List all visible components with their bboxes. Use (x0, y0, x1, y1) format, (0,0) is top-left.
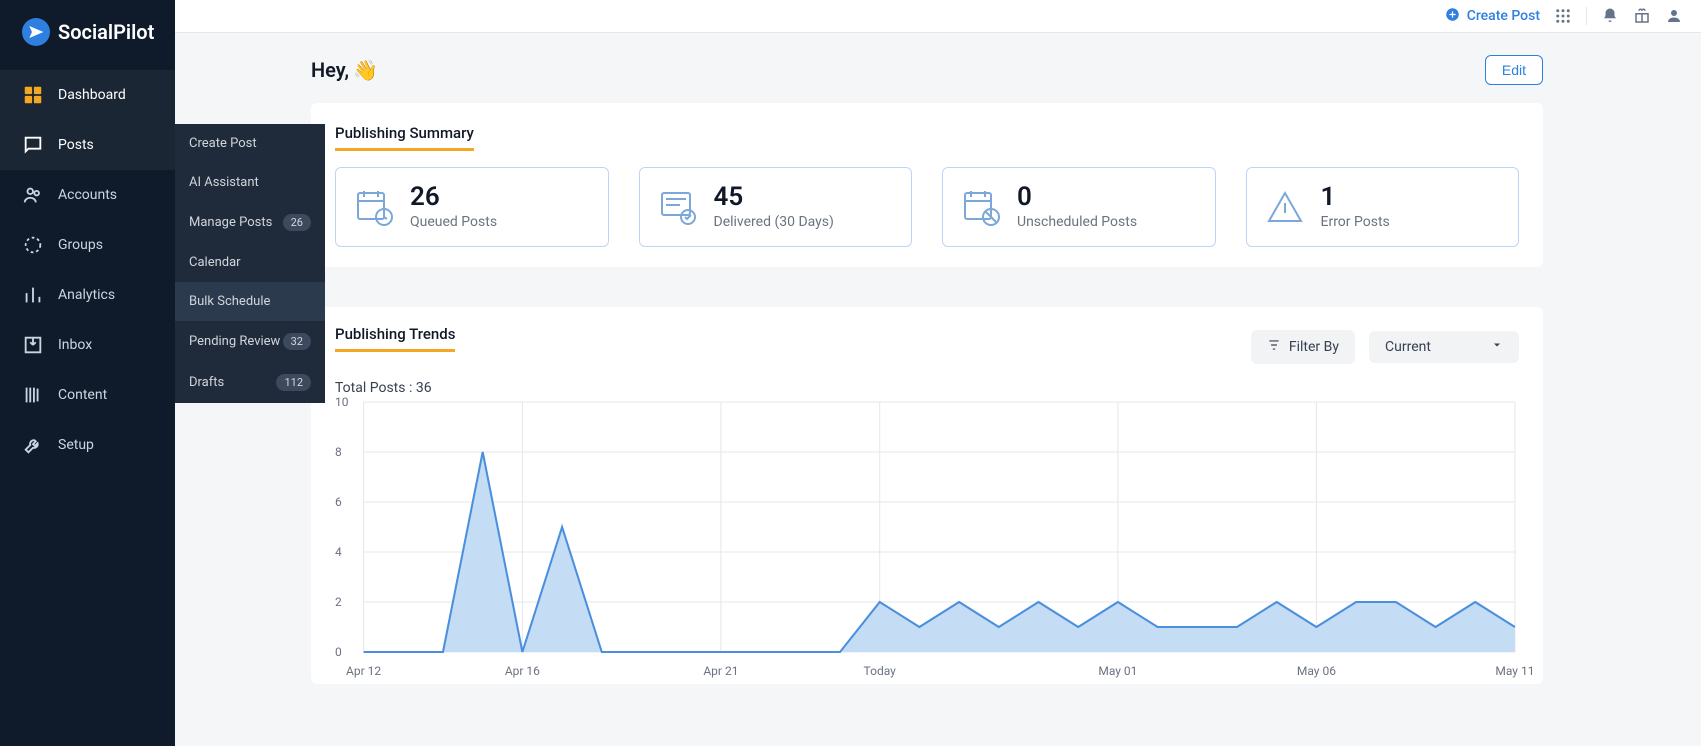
stat-value: 26 (410, 184, 497, 210)
trends-title: Publishing Trends (335, 325, 455, 352)
y-tick-label: 8 (335, 445, 342, 459)
sidebar-item-label: Analytics (58, 287, 115, 303)
stat-queued-posts[interactable]: 26 Queued Posts (335, 167, 609, 247)
bar-chart-icon (22, 284, 44, 306)
books-icon (22, 384, 44, 406)
sidebar-item-inbox[interactable]: Inbox (0, 320, 175, 370)
x-tick-label: May 11 (1495, 664, 1534, 678)
filter-by-button[interactable]: Filter By (1251, 330, 1355, 364)
x-tick-label: Apr 12 (346, 664, 381, 678)
edit-button[interactable]: Edit (1485, 55, 1543, 85)
calendar-clock-icon (354, 187, 394, 227)
sidebar: SocialPilot Dashboard Posts Accounts Gro… (0, 0, 175, 746)
submenu-item-drafts[interactable]: Drafts112 (175, 362, 325, 403)
chart-svg (335, 398, 1519, 678)
sidebar-item-setup[interactable]: Setup (0, 420, 175, 470)
stat-label: Unscheduled Posts (1017, 214, 1137, 230)
sidebar-item-dashboard[interactable]: Dashboard (0, 70, 175, 120)
sidebar-item-accounts[interactable]: Accounts (0, 170, 175, 220)
divider (1586, 7, 1587, 25)
submenu-item-manage-posts[interactable]: Manage Posts26 (175, 202, 325, 243)
warning-triangle-icon (1265, 187, 1305, 227)
inbox-icon (22, 334, 44, 356)
y-tick-label: 10 (335, 395, 349, 409)
sidebar-item-posts[interactable]: Posts (0, 120, 175, 170)
stat-delivered[interactable]: 45 Delivered (30 Days) (639, 167, 913, 247)
top-bar: Create Post (175, 0, 1701, 33)
x-tick-label: May 06 (1297, 664, 1336, 678)
submenu-item-pending-review[interactable]: Pending Review32 (175, 321, 325, 362)
wave-emoji: 👋 (353, 58, 378, 82)
stat-label: Queued Posts (410, 214, 497, 230)
badge: 26 (283, 214, 311, 231)
publishing-summary-card: Publishing Summary 26 Queued Posts 45 Deli… (311, 103, 1543, 267)
y-tick-label: 0 (335, 645, 342, 659)
filter-label: Filter By (1289, 339, 1339, 355)
stat-value: 1 (1321, 184, 1390, 210)
sidebar-item-label: Groups (58, 237, 103, 253)
stat-error-posts[interactable]: 1 Error Posts (1246, 167, 1520, 247)
chat-icon (22, 134, 44, 156)
filter-icon (1267, 338, 1281, 356)
sidebar-item-analytics[interactable]: Analytics (0, 270, 175, 320)
y-tick-label: 2 (335, 595, 342, 609)
wrench-icon (22, 434, 44, 456)
sidebar-item-label: Setup (58, 437, 94, 453)
trends-chart: 0 2 4 6 8 10 Apr 12 Apr 16 Apr 21 Today May 01 May … (335, 398, 1519, 678)
calendar-block-icon (961, 187, 1001, 227)
chevron-down-icon (1491, 339, 1503, 355)
sidebar-item-label: Dashboard (58, 87, 126, 103)
sidebar-item-label: Posts (58, 137, 94, 153)
submenu-item-calendar[interactable]: Calendar (175, 243, 325, 282)
publishing-trends-card: Publishing Trends Filter By Current Tota… (311, 307, 1543, 684)
create-post-label: Create Post (1467, 8, 1540, 24)
x-tick-label: Apr 16 (505, 664, 540, 678)
greeting-text: Hey, (311, 58, 349, 82)
circle-dots-icon (22, 234, 44, 256)
grid-icon (22, 84, 44, 106)
sidebar-item-label: Inbox (58, 337, 92, 353)
x-tick-label: Today (864, 664, 896, 678)
submenu-item-create-post[interactable]: Create Post (175, 124, 325, 163)
submenu-item-ai-assistant[interactable]: AI Assistant (175, 163, 325, 202)
badge: 32 (283, 333, 311, 350)
sidebar-item-label: Content (58, 387, 107, 403)
x-tick-label: May 01 (1098, 664, 1137, 678)
range-select[interactable]: Current (1369, 331, 1519, 363)
stat-unscheduled[interactable]: 0 Unscheduled Posts (942, 167, 1216, 247)
plus-circle-icon (1445, 7, 1460, 26)
total-posts-label: Total Posts : 36 (335, 380, 1519, 396)
sidebar-item-content[interactable]: Content (0, 370, 175, 420)
summary-title: Publishing Summary (335, 124, 474, 151)
gift-icon[interactable] (1633, 7, 1651, 25)
stat-value: 45 (714, 184, 834, 210)
primary-nav: Dashboard Posts Accounts Groups Analytic… (0, 70, 175, 470)
brand-name: SocialPilot (58, 20, 154, 44)
bell-icon[interactable] (1601, 7, 1619, 25)
stat-label: Error Posts (1321, 214, 1390, 230)
user-avatar-icon[interactable] (1665, 7, 1683, 25)
paper-plane-icon (22, 18, 50, 46)
badge: 112 (276, 374, 311, 391)
y-tick-label: 4 (335, 545, 342, 559)
x-tick-label: Apr 21 (703, 664, 738, 678)
y-tick-label: 6 (335, 495, 342, 509)
post-check-icon (658, 187, 698, 227)
apps-grid-icon[interactable] (1554, 7, 1572, 25)
submenu-item-bulk-schedule[interactable]: Bulk Schedule (175, 282, 325, 321)
posts-submenu: Create Post AI Assistant Manage Posts26 … (175, 124, 325, 403)
users-icon (22, 184, 44, 206)
stat-label: Delivered (30 Days) (714, 214, 834, 230)
create-post-button[interactable]: Create Post (1445, 7, 1540, 26)
brand-logo[interactable]: SocialPilot (0, 0, 175, 70)
sidebar-item-groups[interactable]: Groups (0, 220, 175, 270)
stat-value: 0 (1017, 184, 1137, 210)
main-content: Hey, 👋 Edit Publishing Summary 26Queued … (175, 33, 1701, 746)
range-selected-label: Current (1385, 339, 1431, 355)
sidebar-item-label: Accounts (58, 187, 117, 203)
